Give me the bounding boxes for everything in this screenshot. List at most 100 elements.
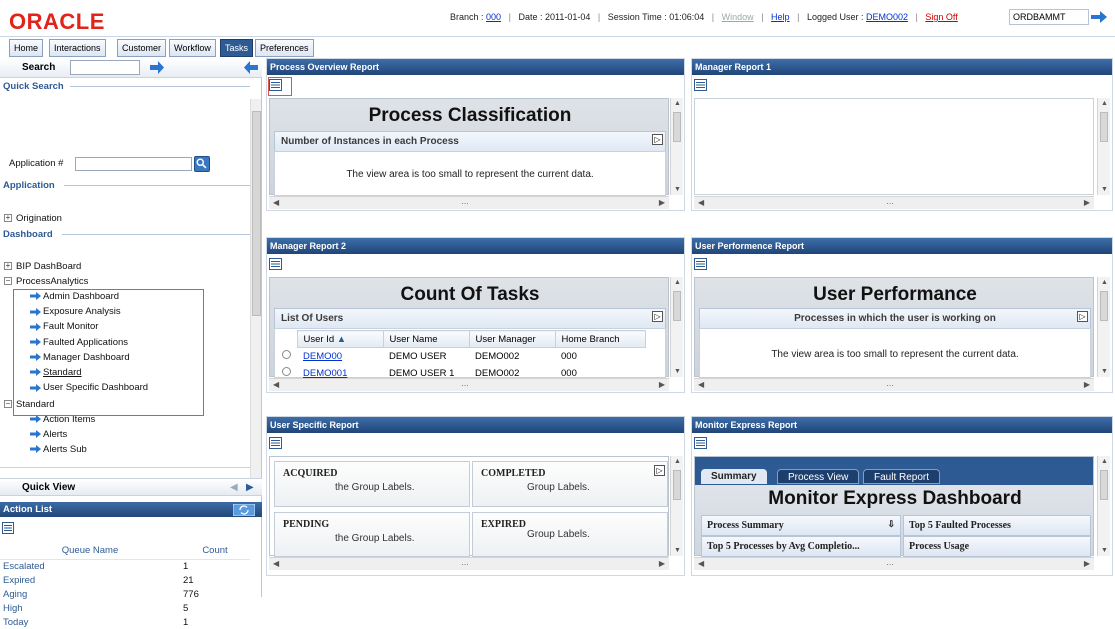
table-row[interactable]: DEMO00 DEMO USER DEMO002 000	[276, 348, 645, 365]
vertical-scrollbar[interactable]: ▲ ▼	[670, 98, 683, 195]
expand-box-icon[interactable]: ▷	[652, 311, 663, 322]
expand-box-icon[interactable]: ▷	[654, 465, 665, 476]
table-row[interactable]: Expired 21	[0, 573, 250, 587]
help-link[interactable]: Help	[771, 12, 790, 22]
table-view-icon[interactable]	[2, 522, 14, 534]
expand-box-icon[interactable]: ▷	[1077, 311, 1088, 322]
tab-interactions[interactable]: Interactions	[49, 39, 106, 57]
refresh-icon[interactable]	[233, 504, 255, 516]
table-view-icon[interactable]	[694, 258, 707, 270]
queue-name[interactable]: Expired	[0, 573, 180, 587]
panel-header: Manager Report 1	[692, 59, 1112, 75]
process-summary-cell[interactable]: Process Summary ⇩	[701, 515, 901, 536]
vertical-scrollbar[interactable]: ▲ ▼	[670, 456, 683, 556]
expand-plus-icon[interactable]: +	[4, 214, 12, 223]
download-icon[interactable]: ⇩	[887, 519, 895, 530]
tree-origination[interactable]: + Origination	[4, 213, 62, 224]
tree-process-analytics[interactable]: − ProcessAnalytics	[4, 276, 88, 287]
highlight-box	[13, 289, 204, 416]
queue-name[interactable]: Today	[0, 615, 180, 629]
user-id-link[interactable]: DEMO001	[303, 368, 347, 379]
magnifier-icon[interactable]	[194, 156, 210, 172]
sort-asc-icon[interactable]: ▲	[337, 334, 346, 345]
tab-preferences[interactable]: Preferences	[255, 39, 314, 57]
vertical-scrollbar[interactable]: ▲ ▼	[670, 277, 683, 377]
tree-item[interactable]: Alerts	[30, 429, 67, 440]
process-usage-cell[interactable]: Process Usage	[903, 536, 1091, 557]
horizontal-scrollbar[interactable]: ◀… ▶	[269, 196, 669, 209]
collapse-minus-icon[interactable]: −	[4, 400, 12, 409]
queue-count: 5	[183, 602, 189, 614]
table-view-icon[interactable]	[269, 258, 282, 270]
vertical-scrollbar[interactable]: ▲ ▼	[1097, 456, 1110, 556]
user-name: DEMO USER	[389, 350, 447, 362]
scroll-left-icon[interactable]: ◀	[230, 482, 238, 493]
collapse-left-icon[interactable]	[243, 61, 259, 74]
collapse-minus-icon[interactable]: −	[4, 277, 12, 286]
application-select[interactable]: ORDBAMMT	[1009, 9, 1089, 25]
user-specific-panel: User Specific Report ACQUIRED the Group L…	[266, 416, 685, 576]
col-user-id[interactable]: User Id ▲	[296, 330, 384, 348]
col-count[interactable]: Count	[180, 542, 250, 560]
table-row[interactable]: Today 1	[0, 615, 250, 629]
tab-home[interactable]: Home	[9, 39, 44, 57]
tab-fault-report[interactable]: Fault Report	[863, 469, 941, 484]
group-completed[interactable]: COMPLETED Group Labels.	[472, 461, 668, 507]
table-row[interactable]: High 5	[0, 601, 250, 615]
tree-bip-dashboard[interactable]: + BIP DashBoard	[4, 261, 81, 272]
panel-header: User Performence Report	[692, 238, 1112, 254]
tree-scrollbar[interactable]	[250, 99, 261, 487]
tab-summary[interactable]: Summary	[701, 469, 767, 484]
horizontal-scrollbar[interactable]: ◀… ▶	[269, 378, 669, 391]
col-user-manager[interactable]: User Manager	[468, 330, 556, 348]
table-row[interactable]: Escalated 1	[0, 559, 250, 573]
search-go-arrow-icon[interactable]	[149, 61, 165, 74]
col-home-branch[interactable]: Home Branch	[554, 330, 646, 348]
horizontal-scrollbar[interactable]: ◀… ▶	[269, 557, 669, 570]
search-input[interactable]	[70, 60, 140, 75]
table-row[interactable]: Aging 776	[0, 587, 250, 601]
tab-workflow[interactable]: Workflow	[169, 39, 216, 57]
sign-off-link[interactable]: Sign Off	[925, 12, 957, 22]
monitor-area: Summary Process View Fault Report Monito…	[694, 456, 1094, 557]
vertical-scrollbar[interactable]: ▲ ▼	[1097, 277, 1110, 377]
window-link[interactable]: Window	[722, 12, 754, 22]
queue-name[interactable]: Escalated	[0, 559, 180, 573]
application-number-input[interactable]	[75, 157, 192, 171]
table-view-icon[interactable]	[269, 437, 282, 449]
quick-view-bar: Quick View ◀ ▶	[0, 478, 262, 496]
branch-link[interactable]: 000	[486, 12, 501, 22]
expand-plus-icon[interactable]: +	[4, 262, 12, 271]
horizontal-scrollbar[interactable]: ◀… ▶	[694, 196, 1094, 209]
table-view-icon[interactable]	[694, 437, 707, 449]
row-radio[interactable]	[282, 367, 291, 376]
group-expired[interactable]: EXPIRED Group Labels.	[472, 512, 668, 557]
session-time: Session Time : 01:06:04	[607, 12, 705, 22]
top5-avg-completion-cell[interactable]: Top 5 Processes by Avg Completio...	[701, 536, 901, 557]
queue-name[interactable]: Aging	[0, 587, 180, 601]
col-queue-name[interactable]: Queue Name	[0, 542, 180, 560]
tab-process-view[interactable]: Process View	[777, 469, 860, 484]
queue-count: 776	[183, 588, 199, 600]
queue-name[interactable]: High	[0, 601, 180, 615]
top5-faulted-cell[interactable]: Top 5 Faulted Processes	[903, 515, 1091, 536]
go-arrow-icon[interactable]	[1090, 10, 1108, 24]
scroll-right-icon[interactable]: ▶	[246, 482, 254, 493]
tree-item[interactable]: Alerts Sub	[30, 444, 87, 455]
tab-tasks[interactable]: Tasks	[220, 39, 254, 57]
tab-customer[interactable]: Customer	[117, 39, 167, 57]
vertical-scrollbar[interactable]: ▲ ▼	[1097, 98, 1110, 195]
group-pending[interactable]: PENDING the Group Labels.	[274, 512, 470, 557]
session-meta: Branch : 000 | Date : 2011-01-04 | Sessi…	[450, 12, 958, 22]
row-radio[interactable]	[282, 350, 291, 359]
view-too-small-message: The view area is too small to represent …	[346, 169, 594, 180]
col-user-name[interactable]: User Name	[382, 330, 470, 348]
horizontal-scrollbar[interactable]: ◀… ▶	[694, 378, 1094, 391]
group-acquired[interactable]: ACQUIRED the Group Labels.	[274, 461, 470, 507]
expand-box-icon[interactable]: ▷	[652, 134, 663, 145]
group-area: ACQUIRED the Group Labels. COMPLETED Group…	[269, 456, 669, 557]
table-view-icon[interactable]	[694, 79, 707, 91]
logged-user-link[interactable]: DEMO002	[866, 12, 908, 22]
user-id-link[interactable]: DEMO00	[303, 351, 342, 362]
horizontal-scrollbar[interactable]: ◀… ▶	[694, 557, 1094, 570]
